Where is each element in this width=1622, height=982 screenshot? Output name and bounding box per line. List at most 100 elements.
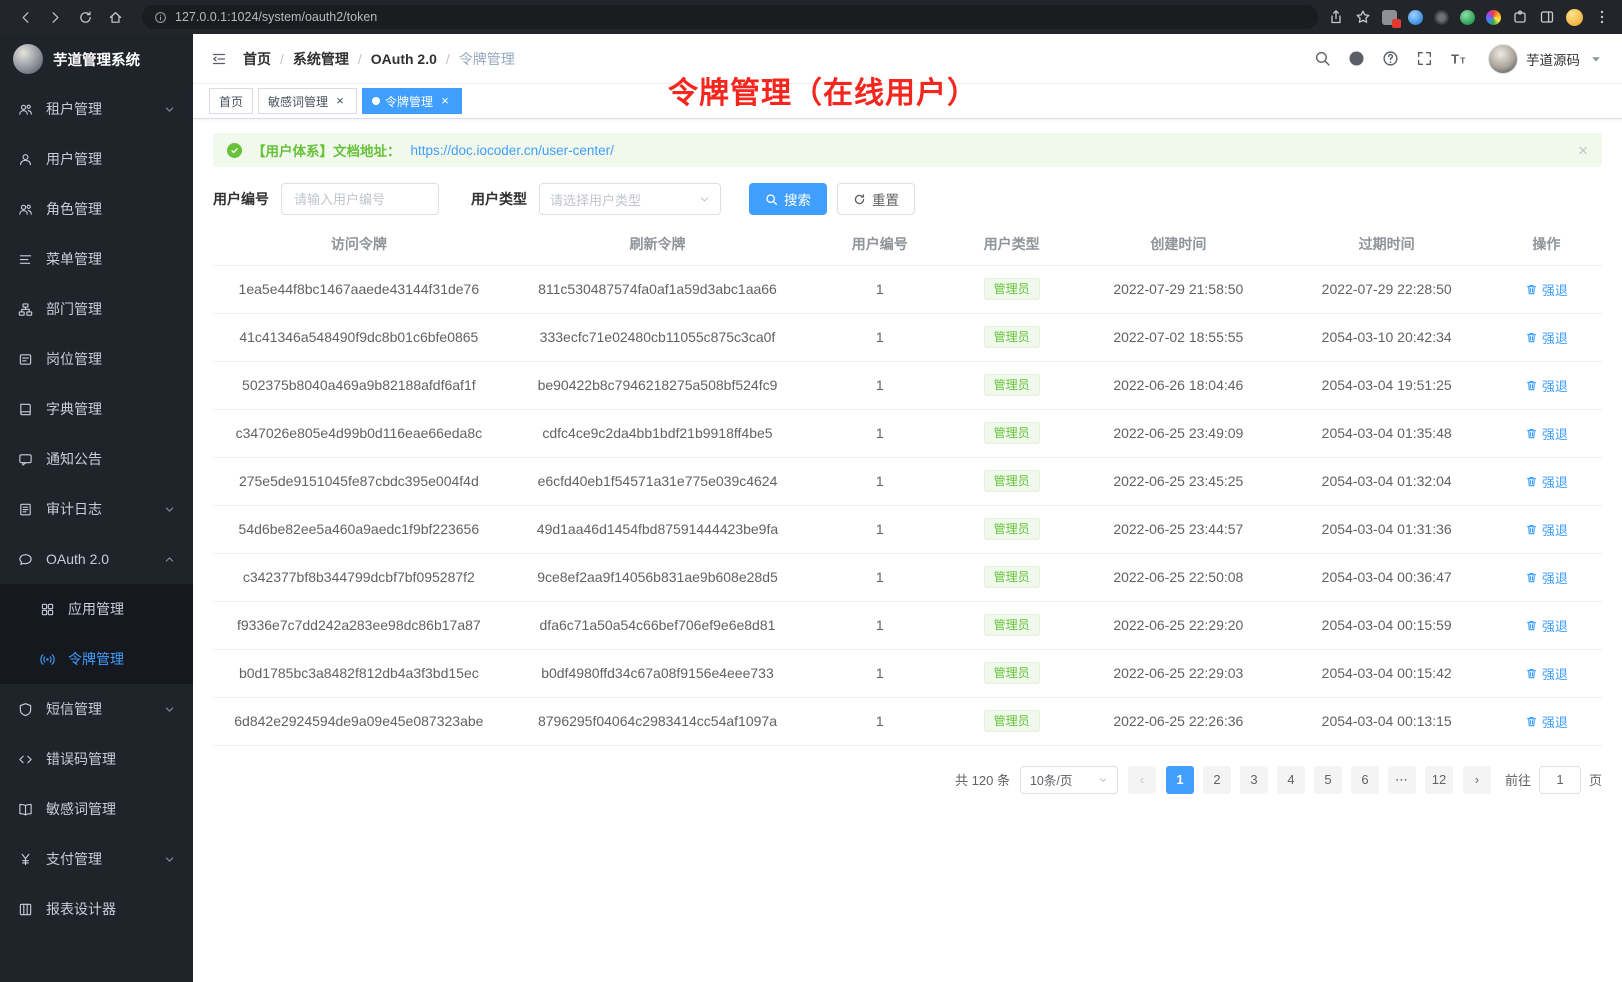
user-type-select[interactable]: 请选择用户类型 (539, 183, 721, 215)
page-button[interactable]: 2 (1203, 766, 1231, 794)
force-logout-button[interactable]: 强退 (1525, 616, 1568, 635)
search-button[interactable]: 搜索 (749, 183, 827, 215)
force-logout-button[interactable]: 强退 (1525, 520, 1568, 539)
sidebar-item[interactable]: 支付管理 (0, 834, 193, 884)
force-logout-label: 强退 (1542, 328, 1568, 347)
browser-reload-button[interactable] (72, 4, 98, 30)
sidebar-item[interactable]: 字典管理 (0, 384, 193, 434)
page-button[interactable]: 4 (1277, 766, 1305, 794)
access-token-cell: b0d1785bc3a8482f812db4a3f3bd15ec (213, 649, 505, 697)
user-id-cell: 1 (810, 265, 949, 313)
page-button[interactable]: 5 (1314, 766, 1342, 794)
table-row: 275e5de9151045fe87cbdc395e004f4d e6cfd40… (213, 457, 1602, 505)
force-logout-label: 强退 (1542, 520, 1568, 539)
extension-icon-color[interactable] (1486, 10, 1501, 25)
page-button[interactable]: 12 (1425, 766, 1453, 794)
collapse-sidebar-icon[interactable] (211, 51, 227, 67)
breadcrumb-item[interactable]: OAuth 2.0 (371, 51, 459, 67)
search-icon[interactable] (1314, 50, 1331, 67)
sidebar-item[interactable]: OAuth 2.0 (0, 534, 193, 584)
force-logout-button[interactable]: 强退 (1525, 328, 1568, 347)
breadcrumb-item[interactable]: 系统管理 (293, 49, 371, 69)
goto-page-input[interactable] (1539, 766, 1581, 794)
next-page-button[interactable]: › (1463, 766, 1491, 794)
tab[interactable]: 首页 × (209, 88, 253, 114)
breadcrumb-item[interactable]: 首页 (243, 49, 293, 69)
extension-icon-green[interactable] (1460, 10, 1475, 25)
sidebar-item[interactable]: 通知公告 (0, 434, 193, 484)
extension-icon-dark[interactable] (1434, 10, 1449, 25)
extensions-puzzle-icon[interactable] (1512, 9, 1528, 25)
page-size-select[interactable]: 10条/页 (1020, 766, 1118, 794)
side-panel-icon[interactable] (1539, 9, 1555, 25)
table-row: 54d6be82ee5a460a9aedc1f9bf223656 49d1aa4… (213, 505, 1602, 553)
browser-home-button[interactable] (102, 4, 128, 30)
browser-back-button[interactable] (12, 4, 38, 30)
sidebar-item[interactable]: 令牌管理 (0, 634, 193, 684)
pay-icon (18, 852, 33, 867)
sidebar-item[interactable]: 用户管理 (0, 134, 193, 184)
browser-forward-button[interactable] (42, 4, 68, 30)
app-logo[interactable]: 芋道管理系统 (0, 34, 193, 84)
sidebar-item[interactable]: 菜单管理 (0, 234, 193, 284)
refresh-token-cell: 8796295f04064c2983414cc54af1097a (505, 697, 811, 745)
force-logout-button[interactable]: 强退 (1525, 472, 1568, 491)
site-info-icon[interactable] (154, 11, 167, 24)
close-icon[interactable]: × (333, 94, 347, 108)
sidebar-item[interactable]: 错误码管理 (0, 734, 193, 784)
help-icon[interactable] (1382, 50, 1399, 67)
extension-icon-blue[interactable] (1408, 10, 1423, 25)
sidebar-item[interactable]: 租户管理 (0, 84, 193, 134)
page-content: 【用户体系】文档地址： https://doc.iocoder.cn/user-… (193, 119, 1622, 982)
browser-toolbar: 127.0.0.1:1024/system/oauth2/token (0, 0, 1622, 34)
page-button[interactable]: 6 (1351, 766, 1379, 794)
sidebar-item[interactable]: 报表设计器 (0, 884, 193, 934)
sidebar-item[interactable]: 敏感词管理 (0, 784, 193, 834)
active-tab-dot (372, 97, 380, 105)
sidebar-item[interactable]: 短信管理 (0, 684, 193, 734)
chevron-up-icon (164, 554, 175, 565)
prev-page-button[interactable]: ‹ (1128, 766, 1156, 794)
alert-close-icon[interactable]: × (1578, 142, 1588, 159)
message-icon (18, 452, 33, 467)
force-logout-button[interactable]: 强退 (1525, 712, 1568, 731)
sidebar-item[interactable]: 角色管理 (0, 184, 193, 234)
force-logout-button[interactable]: 强退 (1525, 664, 1568, 683)
sidebar-item[interactable]: 岗位管理 (0, 334, 193, 384)
sidebar-item[interactable]: 审计日志 (0, 484, 193, 534)
chevron-down-icon (1098, 775, 1108, 785)
tab[interactable]: 敏感词管理 × (258, 88, 357, 114)
force-logout-button[interactable]: 强退 (1525, 424, 1568, 443)
address-bar[interactable]: 127.0.0.1:1024/system/oauth2/token (142, 5, 1318, 29)
user-id-cell: 1 (810, 601, 949, 649)
fontsize-icon[interactable] (1450, 50, 1467, 67)
bookmark-star-icon[interactable] (1355, 9, 1371, 25)
browser-profile-avatar[interactable] (1566, 9, 1583, 26)
page-button[interactable]: 3 (1240, 766, 1268, 794)
breadcrumb-item[interactable]: 令牌管理 (459, 49, 515, 69)
sidebar-item[interactable]: 部门管理 (0, 284, 193, 334)
share-icon[interactable] (1328, 9, 1344, 25)
app-title: 芋道管理系统 (53, 49, 140, 70)
user-menu[interactable]: 芋道源码 (1488, 44, 1604, 74)
token-icon (40, 652, 55, 667)
tab[interactable]: 令牌管理 × (362, 88, 462, 114)
force-logout-button[interactable]: 强退 (1525, 568, 1568, 587)
force-logout-button[interactable]: 强退 (1525, 280, 1568, 299)
user-type-badge: 管理员 (984, 374, 1040, 396)
browser-menu-kebab-icon[interactable] (1594, 9, 1610, 25)
user-id-input[interactable] (281, 183, 439, 215)
github-icon[interactable] (1348, 50, 1365, 67)
fullscreen-icon[interactable] (1416, 50, 1433, 67)
page-button[interactable]: 1 (1166, 766, 1194, 794)
chevron-down-icon (164, 854, 175, 865)
refresh-token-cell: dfa6c71a50a54c66bef706ef9e6e8d81 (505, 601, 811, 649)
reset-button[interactable]: 重置 (837, 183, 915, 215)
expire-time-cell: 2054-03-04 19:51:25 (1283, 361, 1491, 409)
page-button[interactable]: ⋯ (1388, 766, 1416, 794)
force-logout-button[interactable]: 强退 (1525, 376, 1568, 395)
extension-icon-badged[interactable] (1382, 10, 1397, 25)
close-icon[interactable]: × (438, 94, 452, 108)
sidebar-item[interactable]: 应用管理 (0, 584, 193, 634)
doc-link[interactable]: https://doc.iocoder.cn/user-center/ (411, 143, 614, 158)
